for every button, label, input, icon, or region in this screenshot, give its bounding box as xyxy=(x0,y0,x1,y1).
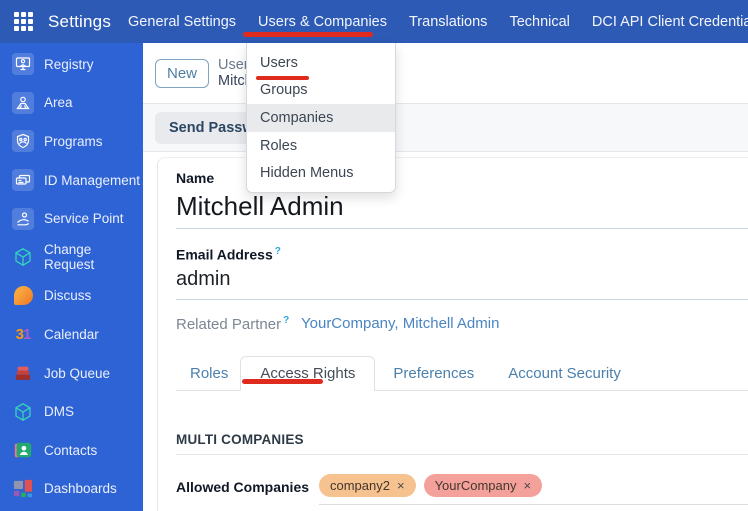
job-queue-icon xyxy=(12,362,34,384)
sidebar-item-area[interactable]: Area xyxy=(0,84,143,123)
sidebar-item-label: Dashboards xyxy=(44,481,117,497)
nav-item-dci-api-client-credentials[interactable]: DCI API Client Credentials xyxy=(581,14,748,30)
help-tooltip-icon: ? xyxy=(283,314,290,326)
related-partner-row: Related Partner? YourCompany, Mitchell A… xyxy=(176,315,748,333)
area-icon xyxy=(12,91,34,114)
remove-tag-icon[interactable]: × xyxy=(397,478,405,493)
sidebar-item-label: Area xyxy=(44,95,73,111)
form-statusbar: Send Passw xyxy=(143,103,748,152)
access-rights-tab-pane: MULTI COMPANIES Allowed Companies compan… xyxy=(176,391,748,505)
top-navbar: Settings General Settings Users & Compan… xyxy=(0,0,748,43)
nav-item-general-settings[interactable]: General Settings xyxy=(117,14,247,30)
sidebar-item-label: DMS xyxy=(44,404,74,420)
sidebar-item-label: Discuss xyxy=(44,288,92,304)
tab-preferences[interactable]: Preferences xyxy=(377,357,490,390)
id-management-icon xyxy=(12,169,34,192)
new-button[interactable]: New xyxy=(155,58,210,88)
dashboards-icon xyxy=(12,478,34,500)
sidebar-item-job-queue[interactable]: Job Queue xyxy=(0,354,143,393)
apps-grid-icon[interactable] xyxy=(14,12,33,31)
sidebar-item-label: Calendar xyxy=(44,326,99,342)
sidebar-item-dashboards[interactable]: Dashboards xyxy=(0,470,143,509)
sidebar-item-programs[interactable]: Programs xyxy=(0,122,143,161)
change-request-cube-icon xyxy=(12,246,34,268)
nav-item-translations[interactable]: Translations xyxy=(398,14,498,30)
sidebar-item-calendar[interactable]: 31 Job Queue Calendar xyxy=(0,315,143,354)
calendar-icon: 31 xyxy=(15,325,32,343)
email-field-group: Email Address? admin xyxy=(176,246,748,300)
sidebar-item-contacts[interactable]: Contacts xyxy=(0,431,143,470)
nav-item-users-companies[interactable]: Users & Companies xyxy=(247,14,398,30)
related-partner-label: Related Partner? xyxy=(176,314,290,333)
sidebar-item-change-request[interactable]: Change Request xyxy=(0,238,143,277)
dms-cube-icon xyxy=(12,401,34,423)
red-underline-annotation-users xyxy=(256,76,309,80)
discuss-icon xyxy=(12,285,34,307)
company-tag[interactable]: YourCompany × xyxy=(423,473,543,497)
sidebar-item-id-management[interactable]: ID Management xyxy=(0,161,143,200)
app-title: Settings xyxy=(48,11,112,31)
tab-access-rights[interactable]: Access Rights xyxy=(240,355,376,391)
main-content: New Users Mitchell Admin Send Passw Name… xyxy=(143,43,748,511)
email-input[interactable]: admin xyxy=(176,263,748,300)
tab-roles[interactable]: Roles xyxy=(178,357,240,390)
menu-item-companies[interactable]: Companies xyxy=(247,104,395,132)
navbar-menu: General Settings Users & Companies Trans… xyxy=(117,0,748,43)
remove-tag-icon[interactable]: × xyxy=(523,478,531,493)
notebook-tabs: Roles Access Rights Preferences Account … xyxy=(176,355,748,391)
sidebar-item-label: Service Point xyxy=(44,211,124,227)
email-field-label: Email Address? xyxy=(176,246,281,263)
sidebar-item-label: Job Queue xyxy=(44,365,111,381)
form-sheet: Name Mitchell Admin Email Address? admin… xyxy=(157,157,748,511)
sidebar-item-label: ID Management xyxy=(44,172,141,188)
help-tooltip-icon: ? xyxy=(274,246,281,257)
programs-icon xyxy=(12,130,34,153)
service-point-icon xyxy=(12,207,34,230)
sidebar-item-discuss[interactable]: Discuss xyxy=(0,277,143,316)
menu-item-users[interactable]: Users xyxy=(247,49,395,77)
related-partner-link[interactable]: YourCompany, Mitchell Admin xyxy=(301,315,499,332)
settings-app-screen: Settings General Settings Users & Compan… xyxy=(0,0,748,511)
sidebar-item-label: Programs xyxy=(44,133,103,149)
menu-item-groups[interactable]: Groups xyxy=(247,77,395,105)
app-sidebar: Registry Area Programs ID Management Ser… xyxy=(0,43,143,511)
red-underline-annotation-users-companies xyxy=(243,32,373,37)
menu-item-roles[interactable]: Roles xyxy=(247,132,395,160)
company-tag[interactable]: company2 × xyxy=(319,473,416,497)
registry-icon xyxy=(12,53,34,76)
sidebar-item-label: Registry xyxy=(44,56,94,72)
breadcrumb-bar: New Users Mitchell Admin xyxy=(143,43,748,103)
allowed-companies-label: Allowed Companies xyxy=(176,478,310,495)
allowed-companies-tags-input[interactable]: company2 × YourCompany × xyxy=(319,473,748,505)
nav-item-technical[interactable]: Technical xyxy=(498,14,580,30)
allowed-companies-row: Allowed Companies company2 × YourCompany × xyxy=(176,473,748,505)
sidebar-item-label: Contacts xyxy=(44,442,98,458)
users-companies-dropdown-menu: Users Groups Companies Roles Hidden Menu… xyxy=(246,43,396,193)
red-underline-annotation-access-rights xyxy=(242,379,323,384)
sidebar-item-label: Change Request xyxy=(44,242,95,273)
sidebar-item-registry[interactable]: Registry xyxy=(0,45,143,84)
contacts-icon xyxy=(12,439,34,461)
menu-item-hidden-menus[interactable]: Hidden Menus xyxy=(247,159,395,187)
sidebar-item-dms[interactable]: DMS xyxy=(0,392,143,431)
sidebar-item-service-point[interactable]: Service Point xyxy=(0,199,143,238)
multi-companies-section-title: MULTI COMPANIES xyxy=(176,432,748,455)
tab-account-security[interactable]: Account Security xyxy=(492,357,637,390)
